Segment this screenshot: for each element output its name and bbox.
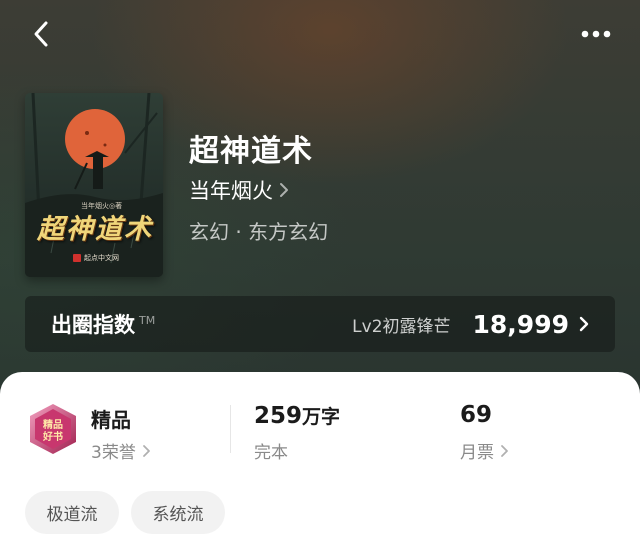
word-count: 259万字 xyxy=(254,402,340,429)
cover-title: 超神道术 xyxy=(37,214,153,245)
chevron-right-icon xyxy=(501,444,508,457)
completion-status: 完本 xyxy=(254,438,288,463)
monthly-votes-number: 69 xyxy=(460,402,493,428)
author-link[interactable]: 当年烟火 xyxy=(189,176,289,204)
monthly-votes-link[interactable]: 月票 xyxy=(460,438,509,463)
tag-chip[interactable]: 极道流 xyxy=(25,491,119,534)
influence-score: 18,999 xyxy=(472,309,569,339)
influence-level: Lv2初露锋芒 xyxy=(352,316,451,337)
quality-label: 精品 xyxy=(91,408,131,432)
badge-text-line2: 好书 xyxy=(42,430,63,443)
honor-count: 3荣誉 xyxy=(91,443,136,463)
more-button[interactable] xyxy=(576,18,616,50)
influence-right: Lv2初露锋芒 18,999 xyxy=(352,310,589,339)
stats-divider xyxy=(230,405,231,453)
chevron-right-icon xyxy=(280,183,288,197)
quality-badge-icon[interactable]: 精品 好书 xyxy=(26,402,80,456)
back-button[interactable] xyxy=(24,16,60,52)
cover-publisher-name: 起点中文网 xyxy=(84,254,119,262)
chevron-right-icon xyxy=(579,316,589,332)
honor-link[interactable]: 3荣誉 xyxy=(91,438,151,463)
trademark-mark: TM xyxy=(139,313,156,327)
influence-index-bar[interactable]: 出圈指数 TM Lv2初露锋芒 18,999 xyxy=(25,296,615,352)
more-dots-icon xyxy=(581,30,611,38)
cover-illustration xyxy=(25,93,163,277)
author-name: 当年烟火 xyxy=(189,179,273,203)
badge-text-line1: 精品 xyxy=(43,418,63,431)
back-arrow-icon xyxy=(34,21,48,47)
word-count-number: 259 xyxy=(254,403,303,429)
book-genre[interactable]: 玄幻 · 东方玄幻 xyxy=(189,216,328,245)
monthly-votes-label: 月票 xyxy=(460,443,494,463)
book-cover[interactable]: 当年烟火◎著 超神道术 起点中文网 xyxy=(25,93,163,277)
chevron-right-icon xyxy=(142,444,150,457)
publisher-logo-icon xyxy=(73,254,81,262)
cover-publisher: 起点中文网 xyxy=(73,253,119,263)
tag-chip[interactable]: 系统流 xyxy=(131,491,225,534)
completion-text: 完本 xyxy=(254,443,288,463)
influence-title: 出圈指数 xyxy=(51,313,135,337)
book-title: 超神道术 xyxy=(189,134,313,169)
book-detail-page: 当年烟火◎著 超神道术 起点中文网 超神道术 当年烟火 玄幻 · 东方玄幻 出圈… xyxy=(0,0,640,554)
word-count-unit: 万字 xyxy=(302,406,341,428)
